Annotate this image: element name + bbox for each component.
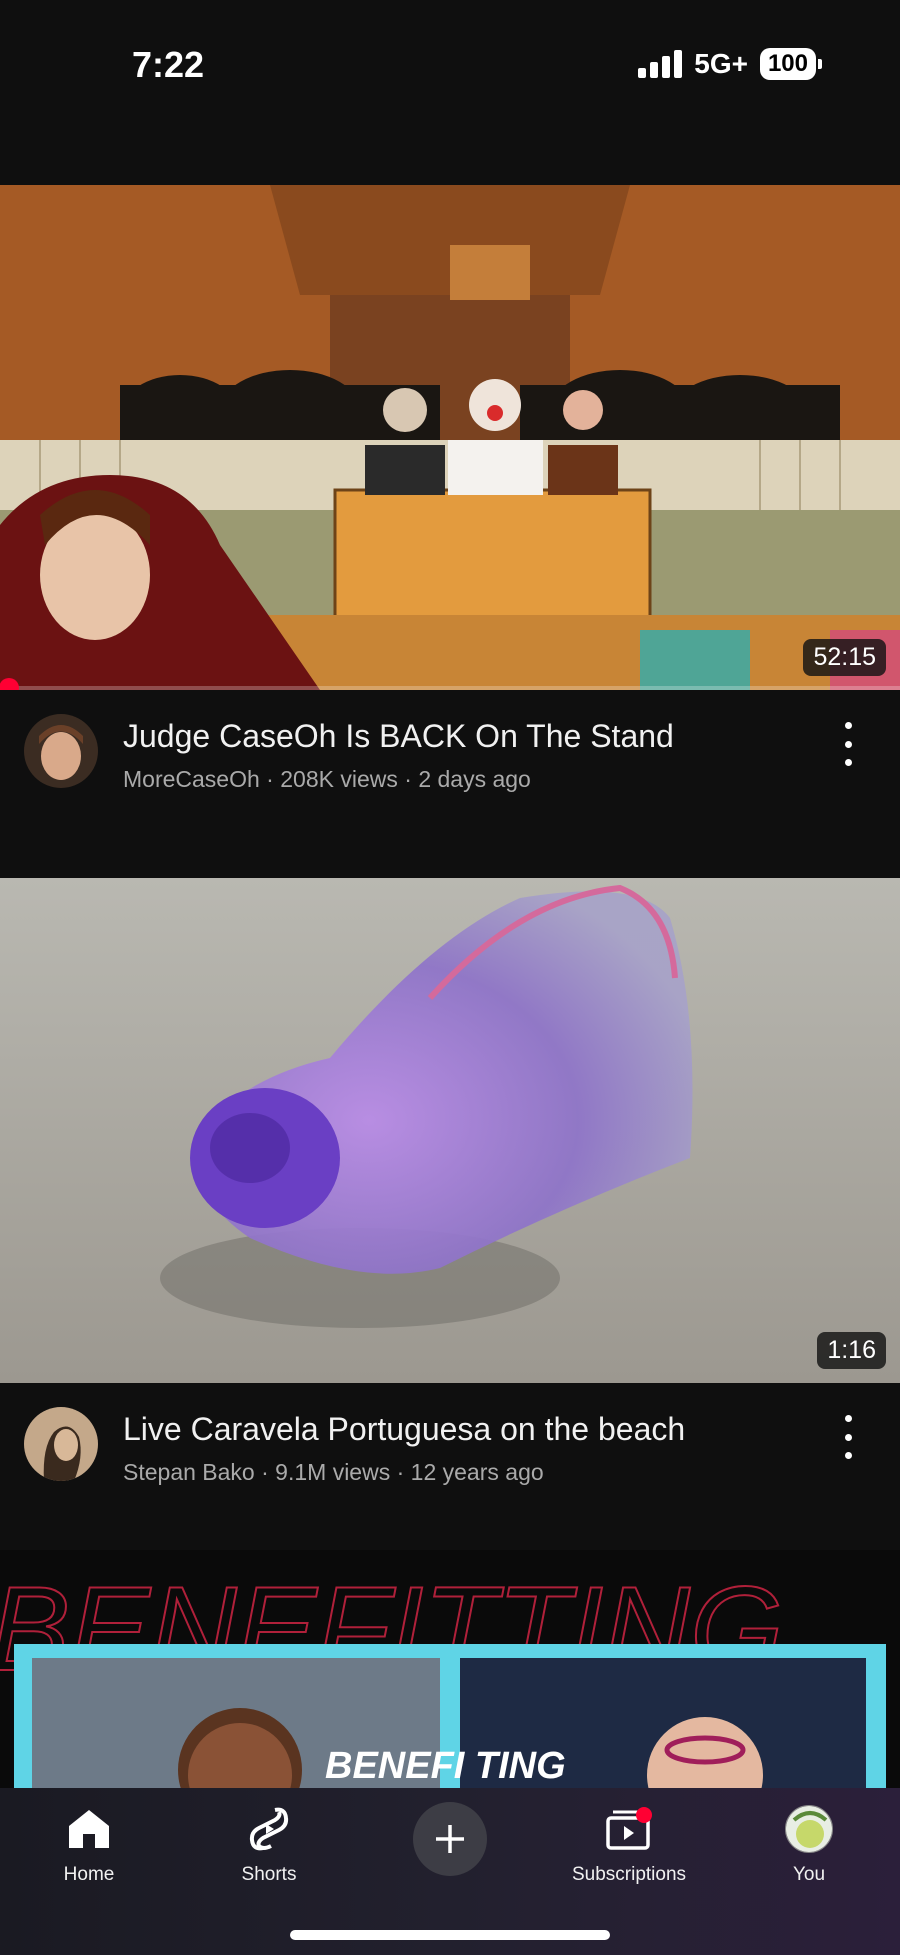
video-subtitle: MoreCaseOh · 208K views · 2 days ago [123,766,531,792]
video-subtitle: Stepan Bako · 9.1M views · 12 years ago [123,1459,544,1485]
nav-shorts[interactable]: Shorts [199,1804,339,1886]
video-thumbnail[interactable]: 52:15 [0,185,900,690]
subscriptions-icon [559,1804,699,1854]
channel-name[interactable]: Stepan Bako [123,1459,255,1485]
bottom-navigation: Home Shorts Subscriptions You [0,1788,900,1955]
upload-age: 12 years ago [410,1459,544,1485]
nav-subscriptions[interactable]: Subscriptions [559,1804,699,1886]
nav-you[interactable]: You [739,1804,879,1886]
shorts-icon [199,1804,339,1854]
nav-you-label: You [792,1864,826,1885]
user-avatar [785,1805,833,1853]
channel-avatar[interactable] [24,1407,98,1481]
video-thumbnail[interactable]: BENEFITTING BENEFI TING [0,1550,900,1790]
home-indicator[interactable] [290,1930,610,1940]
battery-level: 100 [759,48,816,80]
nav-home-label: Home [63,1864,115,1885]
video-title[interactable]: Live Caravela Portuguesa on the beach [123,1411,685,1448]
video-duration: 1:16 [817,1332,886,1369]
video-thumbnail[interactable]: 1:16 [0,878,900,1383]
upload-age: 2 days ago [418,766,531,792]
battery-icon: 100 [759,48,822,80]
video-title[interactable]: Judge CaseOh Is BACK On The Stand [123,718,674,755]
status-time: 7:22 [132,44,205,85]
view-count: 208K views [280,766,398,792]
channel-avatar[interactable] [24,714,98,788]
jellyfish-thumbnail-image [0,878,900,1383]
plus-icon [436,1825,464,1853]
create-button[interactable] [413,1802,487,1876]
video-duration: 52:15 [803,639,886,676]
thumbnail-overlay-text: BENEFI TING [325,1745,566,1787]
nav-subscriptions-label: Subscriptions [571,1864,687,1885]
cellular-signal-icon [638,50,683,78]
home-icon [19,1804,159,1854]
view-count: 9.1M views [275,1459,391,1485]
video-metadata[interactable]: Live Caravela Portuguesa on the beach St… [0,1383,900,1503]
status-indicators: 5G+ 100 [638,48,822,80]
network-type: 5G+ [694,48,748,79]
video-metadata[interactable]: Judge CaseOh Is BACK On The Stand MoreCa… [0,690,900,810]
status-bar: 7:22 5G+ 100 [0,0,900,130]
more-options-icon[interactable] [836,722,860,766]
channel-name[interactable]: MoreCaseOh [123,766,260,792]
nav-home[interactable]: Home [19,1804,159,1886]
benefitting-thumbnail-image: BENEFITTING BENEFI TING [0,1550,900,1790]
courtroom-thumbnail-image [0,185,900,690]
nav-shorts-label: Shorts [241,1864,297,1885]
more-options-icon[interactable] [836,1415,860,1459]
